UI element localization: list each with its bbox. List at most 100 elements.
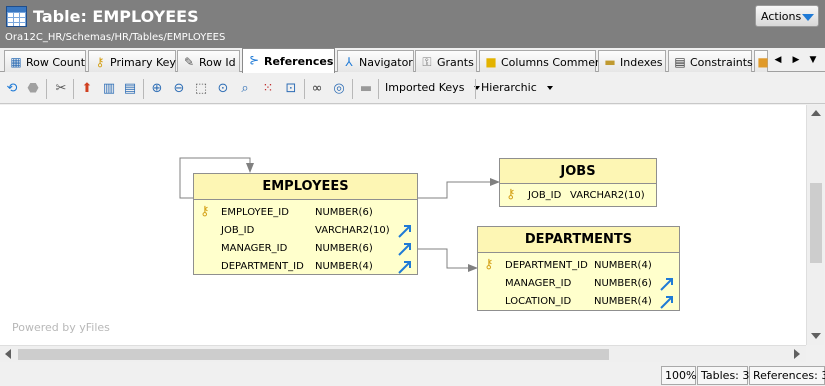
column-row: MANAGER_ID NUMBER(6) — [478, 275, 679, 293]
tab-indexes[interactable]: ▬ Indexes — [598, 50, 666, 72]
tab-list-icon[interactable]: ▼ — [808, 53, 818, 67]
tables-count: Tables: 3 — [697, 366, 749, 385]
tab-label: Grants — [437, 56, 474, 69]
foreign-key-arrow-icon — [398, 225, 411, 238]
tab-label: Navigator — [359, 56, 413, 69]
title-bar: Table: EMPLOYEES Ora12C_HR/Schemas/HR/Ta… — [0, 0, 825, 48]
table-editor-window: Table: EMPLOYEES Ora12C_HR/Schemas/HR/Ta… — [0, 0, 825, 386]
tab-bar: ▦ Row Count ⚷ Primary Key ✎ Row Id ⊱ Ref… — [0, 48, 825, 73]
horizontal-scrollbar[interactable] — [0, 345, 806, 362]
entity-title: DEPARTMENTS — [478, 227, 679, 253]
tab-label: Primary Key — [110, 56, 176, 69]
scroll-right-icon[interactable] — [794, 349, 800, 359]
er-diagram-canvas[interactable]: EMPLOYEES ⚷ EMPLOYEE_ID NUMBER(6) JOB_ID… — [0, 105, 806, 345]
tab-label: Columns Comment — [501, 56, 607, 69]
employees-jobs-edge[interactable] — [417, 178, 500, 199]
tab-primary-key[interactable]: ⚷ Primary Key — [88, 50, 176, 72]
zoom-fit-icon[interactable]: ⌕ — [236, 80, 254, 98]
toolbar-separator — [304, 79, 305, 99]
actions-button-label: Actions — [761, 10, 802, 23]
column-type: NUMBER(4) — [315, 261, 373, 272]
tab-scroll-right-icon[interactable]: ▶ — [791, 53, 801, 67]
binoculars-icon[interactable]: ∞ — [308, 80, 326, 98]
refresh-icon[interactable]: ⟲ — [3, 80, 21, 98]
fit-page-icon[interactable]: ⁙ — [259, 80, 277, 98]
vertical-scrollbar[interactable] — [806, 105, 824, 345]
tab-row-id[interactable]: ✎ Row Id — [177, 50, 240, 72]
entity-title: JOBS — [500, 159, 656, 184]
tab-grants[interactable]: ⚿ Grants — [415, 50, 477, 72]
toolbar-separator — [46, 79, 47, 99]
table-grid-icon — [6, 6, 27, 27]
overflow-tab-icon: ■ — [757, 55, 769, 69]
tab-row-count[interactable]: ▦ Row Count — [4, 50, 86, 72]
chevron-down-icon — [802, 14, 814, 21]
column-row: ⚷ DEPARTMENT_ID NUMBER(4) — [478, 257, 679, 275]
compass-icon[interactable]: ◎ — [330, 80, 348, 98]
zoom-100-icon[interactable]: ⊙ — [214, 80, 232, 98]
actions-button[interactable]: Actions — [755, 5, 819, 27]
primary-key-icon: ⚷ — [506, 187, 516, 202]
fit-content-icon[interactable]: ⊡ — [282, 80, 300, 98]
navigator-icon: ⅄ — [345, 55, 353, 69]
column-row: JOB_ID VARCHAR2(10) — [194, 222, 417, 240]
imported-keys-dropdown[interactable]: Imported Keys — [385, 81, 481, 98]
page-title: Table: EMPLOYEES — [33, 7, 199, 26]
folder-icon[interactable]: ▬ — [357, 80, 375, 98]
tab-columns-comment[interactable]: ■ Columns Comment — [479, 50, 606, 72]
entity-title: EMPLOYEES — [194, 174, 417, 200]
toolbar-separator — [475, 79, 476, 99]
tab-label: References — [264, 55, 334, 68]
tab-label: Row Count — [26, 56, 86, 69]
horizontal-scroll-thumb[interactable] — [18, 349, 609, 360]
column-name: MANAGER_ID — [505, 278, 572, 289]
column-row: LOCATION_ID NUMBER(4) — [478, 293, 679, 311]
print-icon[interactable]: ▥ — [100, 80, 118, 98]
stop-icon[interactable]: ⬣ — [24, 80, 42, 98]
foreign-key-arrow-icon — [398, 243, 411, 256]
row-count-icon: ▦ — [10, 55, 22, 69]
tab-scroll-left-icon[interactable]: ◀ — [773, 53, 783, 67]
comment-icon: ■ — [485, 55, 497, 69]
tab-references[interactable]: ⊱ References — [242, 48, 335, 73]
scrollbar-corner — [806, 345, 825, 362]
column-name: DEPARTMENT_ID — [505, 260, 588, 271]
layout-dropdown[interactable]: Hierarchic — [481, 81, 553, 98]
select-icon[interactable]: ⬚ — [192, 80, 210, 98]
scroll-left-icon[interactable] — [5, 349, 11, 359]
references-icon: ⊱ — [248, 53, 260, 67]
scroll-up-icon[interactable] — [811, 110, 821, 116]
export-icon[interactable]: ⬆ — [78, 80, 96, 98]
toolbar-separator — [73, 79, 74, 99]
toolbar: ⟲ ⬣ ✂ ⬆ ▥ ▤ ⊕ ⊖ ⬚ ⊙ ⌕ ⁙ ⊡ ∞ ◎ ▬ Imported… — [0, 73, 825, 104]
entity-departments[interactable]: DEPARTMENTS ⚷ DEPARTMENT_ID NUMBER(4) MA… — [477, 226, 680, 311]
chevron-down-icon — [546, 86, 553, 90]
toolbar-separator — [143, 79, 144, 99]
column-type: NUMBER(6) — [594, 278, 652, 289]
column-row: ⚷ JOB_ID VARCHAR2(10) — [500, 187, 656, 205]
column-type: VARCHAR2(10) — [315, 225, 390, 236]
tab-label: Indexes — [620, 56, 663, 69]
tab-overflow[interactable]: ■ — [754, 50, 769, 72]
primary-key-icon: ⚷ — [484, 257, 494, 272]
toolbar-separator — [378, 79, 379, 99]
scroll-down-icon[interactable] — [811, 333, 821, 339]
grants-icon: ⚿ — [422, 55, 432, 69]
constraints-icon: ▤ — [674, 55, 686, 69]
tools-icon[interactable]: ✂ — [52, 80, 70, 98]
entity-jobs[interactable]: JOBS ⚷ JOB_ID VARCHAR2(10) — [499, 158, 657, 207]
column-name: MANAGER_ID — [221, 243, 288, 254]
entity-employees[interactable]: EMPLOYEES ⚷ EMPLOYEE_ID NUMBER(6) JOB_ID… — [193, 173, 418, 275]
employees-departments-edge[interactable] — [417, 248, 478, 272]
zoom-out-icon[interactable]: ⊖ — [170, 80, 188, 98]
layout-dropdown-label: Hierarchic — [481, 81, 537, 94]
tab-constraints[interactable]: ▤ Constraints — [668, 50, 753, 72]
print-preview-icon[interactable]: ▤ — [121, 80, 139, 98]
column-name: LOCATION_ID — [505, 296, 572, 307]
foreign-key-arrow-icon — [660, 278, 673, 291]
zoom-in-icon[interactable]: ⊕ — [148, 80, 166, 98]
key-icon: ⚷ — [95, 55, 105, 69]
tab-navigator[interactable]: ⅄ Navigator — [337, 50, 414, 72]
vertical-scroll-thumb[interactable] — [810, 183, 822, 263]
watermark: Powered by yFiles — [12, 321, 110, 334]
